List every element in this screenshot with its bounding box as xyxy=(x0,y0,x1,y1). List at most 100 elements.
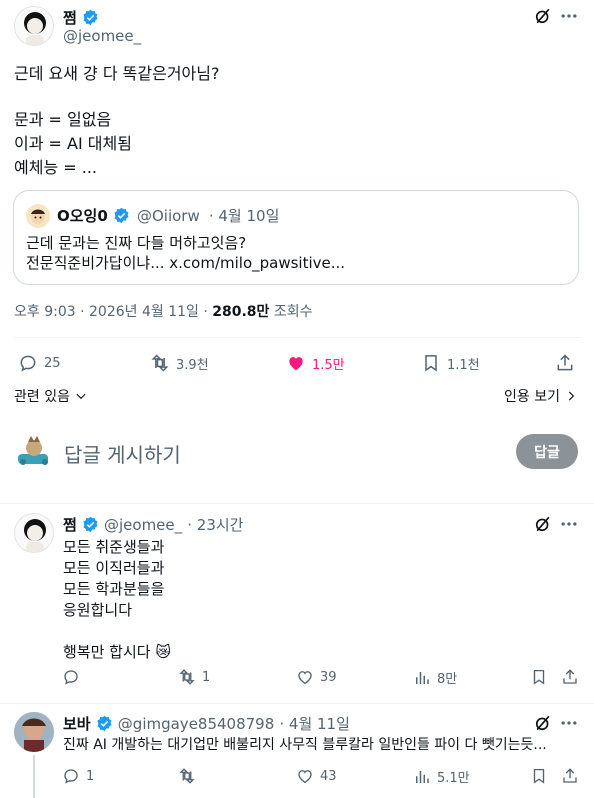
share-icon[interactable] xyxy=(561,668,579,686)
retweet-count: 3.9천 xyxy=(176,357,209,373)
quoted-author-avatar[interactable] xyxy=(26,204,50,228)
reply-time[interactable]: · 4월 11일 xyxy=(279,715,350,733)
views-count: 280.8만 xyxy=(212,304,270,320)
bookmark-count: 1.1천 xyxy=(447,357,480,373)
reply-line: 모든 이직러들과 xyxy=(63,559,165,577)
reply-time[interactable]: · 23시간 xyxy=(187,516,243,534)
grok-icon[interactable] xyxy=(533,6,553,26)
author-handle[interactable]: @jeomee_ xyxy=(63,27,141,45)
reply-icon xyxy=(64,769,78,784)
tweet-line: 근데 요새 걍 다 똑같은거아님? xyxy=(14,64,220,83)
divider xyxy=(0,703,594,704)
quoted-text-line: 근데 문과는 진짜 다들 머하고잇음? xyxy=(26,234,247,252)
retweet-button[interactable]: 3.9천 xyxy=(150,353,209,373)
reply-author-avatar[interactable] xyxy=(14,712,54,752)
reply-line: 응원합니다 xyxy=(63,601,133,619)
tweet-line: 예체능 = ... xyxy=(14,158,97,177)
retweet-icon xyxy=(179,768,195,784)
views-button[interactable]: 8만 xyxy=(413,668,457,687)
bookmark-button[interactable]: 1.1천 xyxy=(421,353,480,373)
retweet-button[interactable]: 1 xyxy=(178,668,210,686)
tweet-line: 이과 = AI 대체됨 xyxy=(14,134,132,153)
views-label: 조회수 xyxy=(273,304,313,320)
divider xyxy=(0,503,594,504)
bookmark-icon[interactable] xyxy=(530,668,548,686)
author-name[interactable]: 쩜 xyxy=(63,9,77,27)
author-name-row[interactable]: 쩜 xyxy=(63,7,99,28)
like-count: 1.5만 xyxy=(312,357,345,373)
current-user-avatar[interactable] xyxy=(14,432,54,472)
view-quotes-link[interactable]: 인용 보기 xyxy=(504,386,578,406)
reply-text: 진짜 AI 개발하는 대기업만 배불리지 사무직 블루칼라 일반인들 파이 다 … xyxy=(63,737,547,753)
retweet-button[interactable] xyxy=(178,767,202,785)
tweet-line xyxy=(14,86,574,108)
author-avatar[interactable] xyxy=(14,6,54,46)
related-label: 관련 있음 xyxy=(14,389,70,405)
views-count: 8만 xyxy=(437,672,458,687)
quoted-author-handle[interactable]: @Oiiorw xyxy=(137,207,200,225)
grok-icon[interactable] xyxy=(533,514,553,534)
like-count: 39 xyxy=(320,669,337,685)
more-options-icon[interactable] xyxy=(559,6,579,26)
retweet-icon xyxy=(151,354,169,372)
more-options-icon[interactable] xyxy=(559,713,579,733)
reply-author-handle[interactable]: @gimgaye85408798 xyxy=(118,715,274,733)
reply-button[interactable] xyxy=(62,668,86,686)
like-button[interactable]: 1.5만 xyxy=(286,353,345,373)
views-chart-icon xyxy=(416,671,429,684)
reply-button[interactable]: 1 xyxy=(62,767,94,785)
divider xyxy=(14,337,580,338)
verified-badge-icon xyxy=(97,715,112,732)
tweet-timestamp[interactable]: 오후 9:03 · 2026년 4월 11일 · xyxy=(14,304,208,320)
bookmark-icon[interactable] xyxy=(530,767,548,785)
reply-author-name[interactable]: 쩜 xyxy=(63,516,77,534)
views-chart-icon xyxy=(416,770,429,783)
heart-icon xyxy=(298,770,312,784)
retweet-icon xyxy=(179,669,195,685)
reply-text: 모든 취준생들과 모든 이직러들과 모든 학과분들을 응원합니다 행복만 합시다… xyxy=(63,537,563,663)
verified-badge-icon xyxy=(83,516,98,533)
reply-icon xyxy=(64,670,78,685)
reply-count: 25 xyxy=(44,355,61,371)
reply-header: 보바 @gimgaye85408798 · 4월 11일 xyxy=(63,713,350,734)
share-icon[interactable] xyxy=(561,767,579,785)
reply-button[interactable]: 25 xyxy=(18,353,61,373)
quoted-date[interactable]: · 4월 10일 xyxy=(209,207,280,225)
more-options-icon[interactable] xyxy=(559,514,579,534)
tweet-line: 문과 = 일없음 xyxy=(14,110,112,129)
reply-submit-button[interactable]: 답글 xyxy=(516,434,578,469)
quoted-text-line: 전문직준비가답이냐... x.com/milo_pawsitive... xyxy=(26,254,346,272)
chevron-down-icon xyxy=(76,393,86,400)
verified-badge-icon xyxy=(114,207,129,224)
share-icon[interactable] xyxy=(555,353,575,373)
heart-filled-icon xyxy=(289,357,303,371)
reply-header: 쩜 @jeomee_ · 23시간 xyxy=(63,514,243,535)
views-button[interactable]: 5.1만 xyxy=(413,767,470,786)
chevron-right-icon xyxy=(568,391,575,401)
like-button[interactable]: 39 xyxy=(296,668,337,686)
reply-author-handle[interactable]: @jeomee_ xyxy=(104,516,182,534)
reply-input[interactable]: 답글 게시하기 xyxy=(64,439,484,468)
reply-line: 모든 취준생들과 xyxy=(63,538,165,556)
reply-icon xyxy=(20,355,36,372)
tweet-meta: 오후 9:03 · 2026년 4월 11일 · 280.8만 조회수 xyxy=(14,301,313,321)
reply-author-avatar[interactable] xyxy=(14,513,54,553)
reply-author-name[interactable]: 보바 xyxy=(63,715,91,733)
verified-badge-icon xyxy=(83,9,98,26)
grok-icon[interactable] xyxy=(533,713,553,733)
reply-line xyxy=(63,621,563,642)
reply-line: 모든 학과분들을 xyxy=(63,580,165,598)
bookmark-icon xyxy=(425,355,437,372)
tweet-text: 근데 요새 걍 다 똑같은거아님? 문과 = 일없음 이과 = AI 대체됨 예… xyxy=(14,62,574,180)
view-quotes-label: 인용 보기 xyxy=(504,389,560,405)
reply-count: 1 xyxy=(86,768,95,784)
heart-icon xyxy=(298,671,312,685)
quoted-author-name[interactable]: O오잉0 xyxy=(57,207,108,225)
retweet-count: 1 xyxy=(202,669,211,685)
thread-line xyxy=(33,755,35,798)
reply-line: 행복만 합시다 😿 xyxy=(63,643,171,661)
like-count: 43 xyxy=(320,768,337,784)
quoted-tweet-card[interactable]: O오잉0 @Oiiorw · 4월 10일 근데 문과는 진짜 다들 머하고잇음… xyxy=(13,190,579,285)
related-toggle[interactable]: 관련 있음 xyxy=(14,386,88,406)
like-button[interactable]: 43 xyxy=(296,767,337,785)
